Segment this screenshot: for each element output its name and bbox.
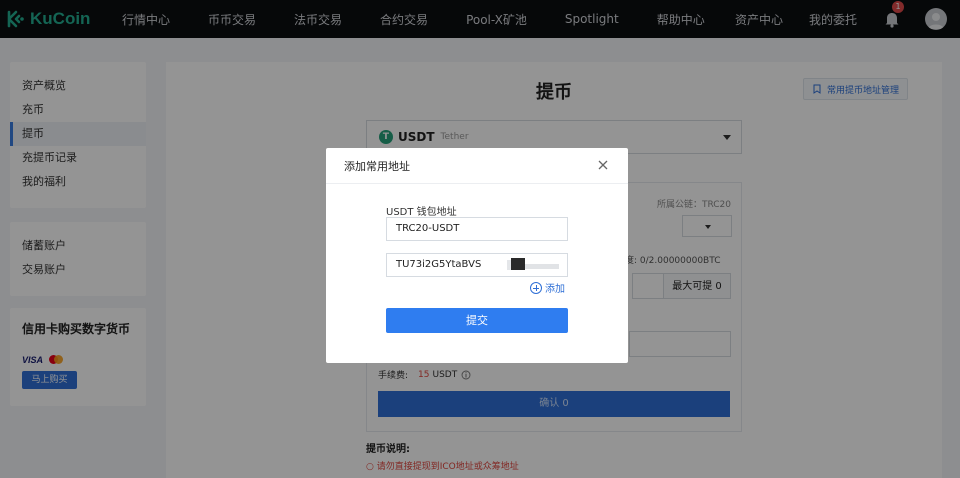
address-input[interactable]: TU73i2G5YtaBVS [386, 253, 568, 277]
chain-input[interactable]: TRC20-USDT [386, 217, 568, 241]
close-icon[interactable] [596, 158, 610, 172]
modal-title: 添加常用地址 [344, 159, 410, 173]
address-value: TU73i2G5YtaBVS [396, 259, 482, 270]
add-label: 添加 [545, 284, 565, 295]
submit-button[interactable]: 提交 [386, 308, 568, 333]
add-address-link[interactable]: 添加 [530, 280, 565, 295]
plus-circle-icon [530, 281, 542, 294]
wallet-address-label: USDT 钱包地址 [386, 207, 457, 218]
redaction-mark [525, 264, 559, 269]
modal-header: 添加常用地址 [326, 148, 628, 184]
add-address-modal: 添加常用地址 USDT 钱包地址 TRC20-USDT TU73i2G5YtaB… [326, 148, 628, 363]
redaction-mark [511, 258, 525, 270]
